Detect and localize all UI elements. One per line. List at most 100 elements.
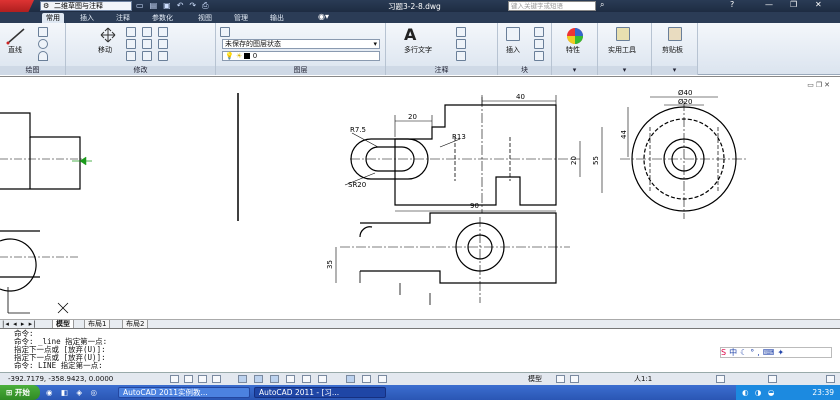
3dosnap-toggle[interactable]	[254, 375, 263, 383]
layer-properties-icon[interactable]	[220, 27, 230, 37]
sc-toggle[interactable]	[378, 375, 387, 383]
mtext-icon[interactable]: A	[404, 25, 416, 44]
help-icon[interactable]: ?	[730, 0, 734, 9]
rotate-icon[interactable]	[126, 27, 136, 37]
dim-diameter-20: Ø20	[678, 98, 692, 106]
taskbar-item-2[interactable]: AutoCAD 2011 - [习...	[254, 387, 386, 398]
edit-block-icon[interactable]	[534, 39, 544, 49]
polyline-icon[interactable]	[38, 27, 48, 37]
tab-output[interactable]: 输出	[266, 13, 288, 23]
current-layer-dropdown[interactable]: 💡 ☀ 0	[222, 51, 380, 61]
tab-manage[interactable]: 管理	[230, 13, 252, 23]
panel-clipboard-dropdown[interactable]: ▾	[652, 66, 697, 75]
drawing-canvas[interactable]: ▭❐✕ 40 20 R7.5 R13 20 55 SR20 90 Ø40 Ø20…	[0, 76, 840, 319]
dyn-toggle[interactable]	[302, 375, 311, 383]
move-icon[interactable]	[100, 27, 116, 43]
minimize-icon[interactable]: —	[765, 0, 773, 9]
lock-icon[interactable]	[768, 375, 777, 383]
scale-icon[interactable]	[142, 51, 152, 61]
create-block-icon[interactable]	[534, 27, 544, 37]
tab-home[interactable]: 常用	[42, 13, 64, 23]
polar-toggle[interactable]	[212, 375, 221, 383]
tab-nav-arrows[interactable]: |◂ ◂ ▸ ▸|	[2, 320, 36, 328]
panel-modify: 移动 修改	[66, 23, 216, 75]
trim-icon[interactable]	[142, 27, 152, 37]
clean-screen-icon[interactable]	[826, 375, 835, 383]
insert-label: 插入	[506, 46, 520, 54]
new-icon[interactable]: ▭	[136, 1, 150, 10]
tab-view[interactable]: 视图	[194, 13, 216, 23]
open-icon[interactable]: ▤	[150, 1, 164, 10]
utilities-icon[interactable]	[616, 27, 630, 41]
panel-properties-dropdown[interactable]: ▾	[552, 66, 597, 75]
workspace-gear-icon: ⚙	[43, 2, 50, 10]
command-line-2: 命令: _line 指定第一点:	[14, 337, 108, 346]
stretch-icon[interactable]	[126, 51, 136, 61]
transparency-toggle[interactable]	[346, 375, 355, 383]
table-icon[interactable]	[456, 51, 466, 61]
erase-icon[interactable]	[158, 27, 168, 37]
coordinate-readout[interactable]: -392.7179, -358.9423, 0.0000	[8, 373, 113, 385]
panel-block-label[interactable]: 块	[498, 66, 551, 75]
ime-moon-icon: ☾	[740, 348, 751, 357]
dim-r7-5: R7.5	[350, 126, 366, 134]
workspace-selector[interactable]: ⚙ 二维草图与注释	[40, 1, 132, 11]
tab-parametric[interactable]: 参数化	[148, 13, 177, 23]
ribbon-toggle-icon[interactable]: ◉▾	[318, 12, 329, 21]
workspace-switch-icon[interactable]	[716, 375, 725, 383]
arc-icon[interactable]	[38, 51, 48, 61]
tray-icons[interactable]: ◐ ◑ ◒	[742, 388, 776, 397]
copy-icon[interactable]	[126, 39, 136, 49]
properties-color-wheel-icon[interactable]	[566, 27, 584, 45]
tab-insert[interactable]: 插入	[76, 13, 98, 23]
model-space-label[interactable]: 模型	[528, 373, 542, 385]
quick-launch-icons[interactable]: ◉ ◧ ◈ ◎	[46, 385, 100, 400]
close-icon[interactable]: ✕	[815, 0, 822, 9]
dim-44: 44	[620, 130, 628, 139]
document-title: 习题3-2-8.dwg	[388, 2, 441, 11]
annotation-scale[interactable]: 人1:1	[634, 373, 652, 385]
array-icon[interactable]	[158, 51, 168, 61]
restore-icon[interactable]: ❐	[790, 0, 797, 9]
circle-icon[interactable]	[38, 39, 48, 49]
panel-layers-label[interactable]: 图层	[216, 66, 385, 75]
panel-modify-label[interactable]: 修改	[66, 66, 215, 75]
grid-toggle[interactable]	[184, 375, 193, 383]
dimension-icon[interactable]	[456, 27, 466, 37]
layer-state-dropdown[interactable]: 未保存的图层状态 ▾	[222, 39, 380, 49]
insert-block-icon[interactable]	[506, 27, 520, 41]
lineweight-toggle[interactable]	[318, 375, 327, 383]
move-label: 移动	[98, 46, 112, 54]
quick-view-layouts[interactable]	[556, 375, 565, 383]
leader-icon[interactable]	[456, 39, 466, 49]
save-icon[interactable]: ▣	[163, 1, 177, 10]
search-box[interactable]: 键入关键字或短语	[508, 1, 596, 11]
panel-utilities-dropdown[interactable]: ▾	[598, 66, 651, 75]
undo-icon[interactable]: ↶	[177, 1, 190, 10]
ducs-toggle[interactable]	[286, 375, 295, 383]
otrack-toggle[interactable]	[270, 375, 279, 383]
mirror-icon[interactable]	[142, 39, 152, 49]
command-window[interactable]: 命令: 命令: _line 指定第一点: 指定下一点或 [放弃(U)]: 指定下…	[0, 328, 840, 372]
qp-toggle[interactable]	[362, 375, 371, 383]
panel-annotation: A 多行文字 注释	[386, 23, 498, 75]
panel-annotation-label[interactable]: 注释	[386, 66, 497, 75]
tab-annotate[interactable]: 注释	[112, 13, 134, 23]
quick-view-drawings[interactable]	[570, 375, 579, 383]
panel-draw-label[interactable]: 绘图	[0, 66, 65, 75]
plot-icon[interactable]: ⎙	[202, 1, 214, 10]
taskbar-item-2-label: AutoCAD 2011 - [习...	[259, 388, 340, 397]
fillet-icon[interactable]	[158, 39, 168, 49]
osnap-toggle[interactable]	[238, 375, 247, 383]
redo-icon[interactable]: ↷	[189, 1, 202, 10]
block-attributes-icon[interactable]	[534, 51, 544, 61]
clipboard-icon[interactable]	[668, 27, 682, 41]
taskbar-item-1[interactable]: AutoCAD 2011实例教...	[118, 387, 250, 398]
ortho-toggle[interactable]	[198, 375, 207, 383]
start-button[interactable]: ⊞ 开始	[0, 385, 40, 400]
snap-toggle[interactable]	[170, 375, 179, 383]
dim-20-vertical: 20	[570, 156, 578, 165]
search-icon[interactable]: ⌕	[600, 0, 604, 10]
ime-toolbar[interactable]: S中☾°,⌨✦	[720, 347, 832, 358]
line-tool-icon[interactable]	[6, 27, 26, 45]
